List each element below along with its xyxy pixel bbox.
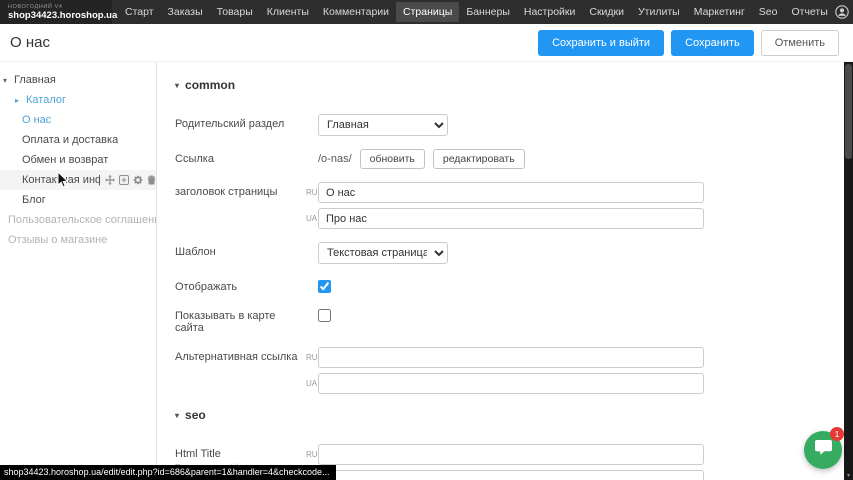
link-label: Ссылка bbox=[175, 149, 306, 165]
refresh-link-button[interactable]: обновить bbox=[360, 149, 425, 169]
lang-ru-label: RU bbox=[306, 353, 318, 362]
tree-item-label: Пользовательское соглашение bbox=[8, 214, 156, 226]
alt-link-ua-input[interactable] bbox=[318, 373, 704, 394]
parent-section-select[interactable]: Главная bbox=[318, 114, 448, 136]
template-label: Шаблон bbox=[175, 242, 306, 258]
tree-item-label: Блог bbox=[22, 194, 46, 206]
tree-item-label: Каталог bbox=[26, 94, 66, 106]
tree-item-label: О нас bbox=[22, 114, 51, 126]
field-link: Ссылка /o-nas/ обновить редактировать bbox=[175, 149, 844, 169]
field-parent-section: Родительский раздел Главная bbox=[175, 114, 844, 136]
parent-section-label: Родительский раздел bbox=[175, 114, 306, 130]
chat-unread-badge: 1 bbox=[830, 427, 844, 441]
alt-link-ru-input[interactable] bbox=[318, 347, 704, 368]
menu-item-reports[interactable]: Отчеты bbox=[784, 2, 834, 22]
tree-item-label: Отзывы о магазине bbox=[8, 234, 107, 246]
page-title-ua-input[interactable] bbox=[318, 208, 704, 229]
menu-item-banners[interactable]: Баннеры bbox=[459, 2, 517, 22]
page-title-label: заголовок страницы bbox=[175, 182, 306, 198]
main-menu: Старт Заказы Товары Клиенты Комментарии … bbox=[118, 0, 835, 24]
collapse-arrow-icon: ▾ bbox=[175, 81, 179, 90]
menu-item-clients[interactable]: Клиенты bbox=[260, 2, 316, 22]
section-seo-title: seo bbox=[185, 408, 206, 422]
lang-ru-label: RU bbox=[306, 450, 318, 459]
chat-icon bbox=[814, 439, 833, 461]
field-display: Отображать bbox=[175, 277, 844, 293]
alt-link-label: Альтернативная ссылка bbox=[175, 347, 306, 363]
delete-trash-icon[interactable] bbox=[147, 175, 156, 185]
tree-item-exchange-return[interactable]: Обмен и возврат bbox=[0, 150, 156, 170]
html-title-ru-input[interactable] bbox=[318, 444, 704, 465]
store-info[interactable]: НОВОГОДНИЙ V4 shop34423.horoshop.ua bbox=[0, 0, 112, 24]
sitemap-label: Показывать в карте сайта bbox=[175, 306, 306, 334]
status-bar-url: shop34423.horoshop.ua/edit/edit.php?id=6… bbox=[0, 465, 336, 480]
cancel-button[interactable]: Отменить bbox=[761, 30, 839, 56]
collapse-arrow-icon[interactable]: ▾ bbox=[3, 76, 13, 85]
page-edit-form: ▾ common Родительский раздел Главная Ссы… bbox=[158, 62, 844, 480]
scrollbar-thumb[interactable] bbox=[845, 64, 852, 159]
tree-item-contact-info[interactable]: Контактная инфор bbox=[0, 170, 156, 190]
template-select[interactable]: Текстовая страница bbox=[318, 242, 448, 264]
page-scrollbar[interactable]: ▾ bbox=[844, 62, 853, 480]
menu-item-utilities[interactable]: Утилиты bbox=[631, 2, 687, 22]
menu-item-settings[interactable]: Настройки bbox=[517, 2, 583, 22]
scroll-down-arrow-icon[interactable]: ▾ bbox=[844, 472, 853, 479]
tree-item-label: Обмен и возврат bbox=[22, 154, 108, 166]
lang-ru-label: RU bbox=[306, 188, 318, 197]
pages-tree-sidebar: ▾ Главная ▸ Каталог О нас Оплата и доста… bbox=[0, 62, 157, 480]
menu-item-products[interactable]: Товары bbox=[210, 2, 260, 22]
tree-item-payment-delivery[interactable]: Оплата и доставка bbox=[0, 130, 156, 150]
tree-item-home[interactable]: ▾ Главная bbox=[0, 70, 156, 90]
menu-item-discounts[interactable]: Скидки bbox=[582, 2, 631, 22]
sitemap-checkbox[interactable] bbox=[318, 309, 331, 322]
lang-ua-label: UA bbox=[306, 214, 318, 223]
page-url-text: /o-nas/ bbox=[318, 153, 352, 165]
section-seo-header[interactable]: ▾ seo bbox=[175, 408, 844, 422]
store-domain: shop34423.horoshop.ua bbox=[8, 10, 102, 21]
menu-item-orders[interactable]: Заказы bbox=[161, 2, 210, 22]
save-button[interactable]: Сохранить bbox=[671, 30, 754, 56]
html-title-ua-input[interactable] bbox=[318, 470, 704, 480]
display-label: Отображать bbox=[175, 277, 306, 293]
field-page-title: заголовок страницы RU UA bbox=[175, 182, 844, 229]
section-common-title: common bbox=[185, 78, 235, 92]
tree-item-blog[interactable]: Блог bbox=[0, 190, 156, 210]
section-common-header[interactable]: ▾ common bbox=[175, 78, 844, 92]
html-title-label: Html Title bbox=[175, 448, 306, 460]
account-icon[interactable] bbox=[835, 5, 849, 19]
field-alt-link: Альтернативная ссылка RU UA bbox=[175, 347, 844, 394]
tree-item-user-agreement[interactable]: Пользовательское соглашение bbox=[0, 210, 156, 230]
menu-item-start[interactable]: Старт bbox=[118, 2, 161, 22]
tree-item-about[interactable]: О нас bbox=[0, 110, 156, 130]
add-page-icon[interactable] bbox=[119, 175, 129, 185]
collapse-arrow-icon: ▾ bbox=[175, 411, 179, 420]
edit-link-button[interactable]: редактировать bbox=[433, 149, 525, 169]
header-buttons: Сохранить и выйти Сохранить Отменить bbox=[538, 30, 839, 56]
field-template: Шаблон Текстовая страница bbox=[175, 242, 844, 264]
tree-item-actions bbox=[105, 175, 156, 185]
lang-ua-label: UA bbox=[306, 379, 318, 388]
settings-gear-icon[interactable] bbox=[133, 175, 143, 185]
tree-item-store-reviews[interactable]: Отзывы о магазине bbox=[0, 230, 156, 250]
menu-item-pages[interactable]: Страницы bbox=[396, 2, 459, 22]
chat-widget-button[interactable]: 1 bbox=[804, 431, 842, 469]
tree-item-label: Главная bbox=[14, 74, 56, 86]
save-and-exit-button[interactable]: Сохранить и выйти bbox=[538, 30, 664, 56]
tree-item-label: Оплата и доставка bbox=[22, 134, 118, 146]
move-icon[interactable] bbox=[105, 175, 115, 185]
menu-item-seo[interactable]: Seo bbox=[752, 2, 785, 22]
tree-item-catalog[interactable]: ▸ Каталог bbox=[0, 90, 156, 110]
tree-item-label: Контактная инфор bbox=[22, 174, 100, 186]
page-title-ru-input[interactable] bbox=[318, 182, 704, 203]
expand-arrow-icon[interactable]: ▸ bbox=[15, 96, 25, 105]
topbar: НОВОГОДНИЙ V4 shop34423.horoshop.ua Стар… bbox=[0, 0, 853, 24]
menu-item-comments[interactable]: Комментарии bbox=[316, 2, 396, 22]
display-checkbox[interactable] bbox=[318, 280, 331, 293]
page-title: О нас bbox=[10, 34, 50, 51]
field-sitemap: Показывать в карте сайта bbox=[175, 306, 844, 334]
menu-item-marketing[interactable]: Маркетинг bbox=[687, 2, 752, 22]
topbar-icons bbox=[835, 5, 853, 19]
page-header: О нас Сохранить и выйти Сохранить Отмени… bbox=[0, 24, 853, 62]
